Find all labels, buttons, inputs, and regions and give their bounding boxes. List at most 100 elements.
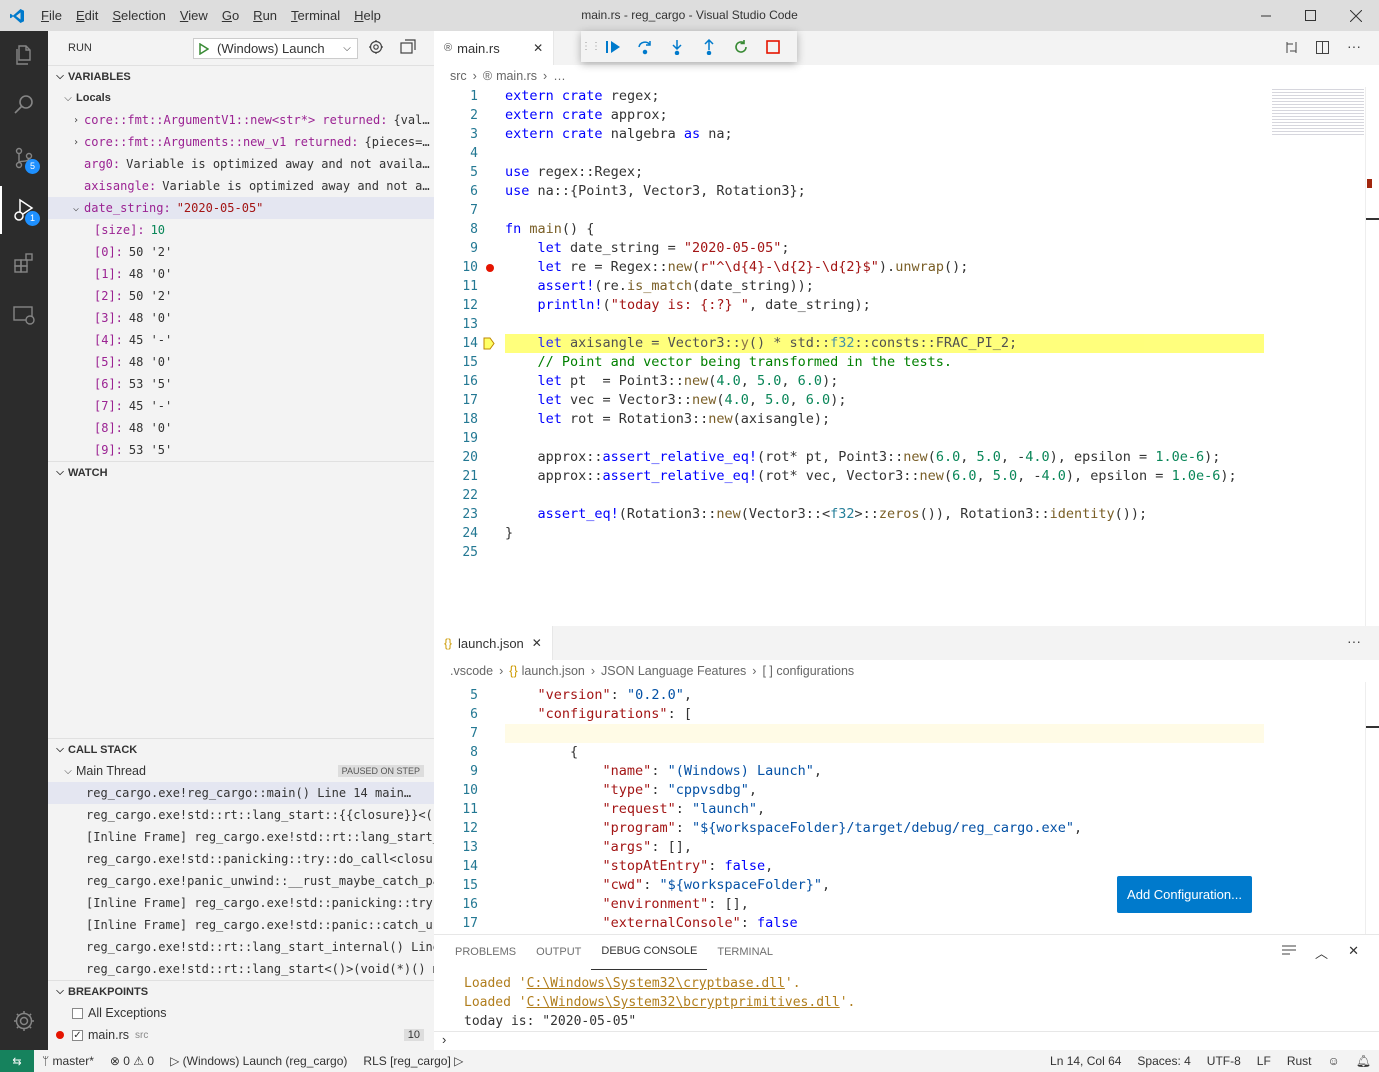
minimize-button[interactable]	[1243, 0, 1289, 31]
dll-link[interactable]: C:\Windows\System32\cryptbase.dll	[527, 976, 785, 991]
minimap[interactable]	[1272, 87, 1364, 137]
callstack-section-header[interactable]: ⌵ CALL STACK	[48, 738, 434, 760]
drag-handle-icon[interactable]: ⋮⋮	[581, 41, 601, 52]
notifications-bell-icon[interactable]: 🔔︎	[1348, 1054, 1379, 1068]
variable-row[interactable]: axisangle: Variable is optimized away and…	[48, 175, 434, 197]
extensions-icon[interactable]	[0, 239, 48, 287]
more-actions-icon[interactable]: ···	[1347, 38, 1361, 54]
restart-button[interactable]	[725, 33, 757, 61]
stack-frame[interactable]: reg_cargo.exe!reg_cargo::main() Line 14 …	[48, 782, 434, 804]
stack-frame[interactable]: [Inline Frame] reg_cargo.exe!std::panic:…	[48, 914, 434, 936]
close-window-button[interactable]	[1333, 0, 1379, 31]
console-input[interactable]: ›	[434, 1031, 1379, 1051]
variable-child-row[interactable]: [5]: 48 '0'	[48, 351, 434, 373]
close-tab-icon[interactable]: ✕	[532, 636, 542, 650]
watch-section-header[interactable]: ⌵ WATCH	[48, 461, 434, 483]
menu-item-go[interactable]: Go	[215, 0, 246, 31]
variable-child-row[interactable]: [8]: 48 '0'	[48, 417, 434, 439]
variable-child-row[interactable]: [9]: 53 '5'	[48, 439, 434, 461]
variables-section-header[interactable]: ⌵ VARIABLES	[48, 65, 434, 87]
debug-console-icon[interactable]	[400, 39, 418, 57]
variable-child-row[interactable]: [7]: 45 '-'	[48, 395, 434, 417]
variable-child-row[interactable]: [2]: 50 '2'	[48, 285, 434, 307]
panel-tab-terminal[interactable]: TERMINAL	[707, 935, 783, 970]
cursor-position[interactable]: Ln 14, Col 64	[1042, 1054, 1129, 1068]
settings-gear-icon[interactable]	[0, 997, 48, 1045]
step-out-button[interactable]	[693, 33, 725, 61]
debug-launch-status[interactable]: ▷ (Windows) Launch (reg_cargo)	[162, 1054, 355, 1068]
dll-link[interactable]: C:\Windows\System32\bcryptprimitives.dll	[527, 995, 840, 1010]
breadcrumb-file[interactable]: launch.json	[522, 664, 585, 678]
add-configuration-button[interactable]: Add Configuration...	[1117, 876, 1252, 913]
continue-button[interactable]	[597, 33, 629, 61]
variable-child-row[interactable]: [6]: 53 '5'	[48, 373, 434, 395]
rls-status[interactable]: RLS [reg_cargo] ▷	[355, 1054, 471, 1068]
start-debugging-icon[interactable]	[194, 42, 214, 55]
maximize-button[interactable]	[1287, 0, 1333, 31]
menu-item-run[interactable]: Run	[246, 0, 284, 31]
vertical-scrollbar[interactable]	[1365, 87, 1379, 626]
stack-frame[interactable]: reg_cargo.exe!std::rt::lang_start_intern…	[48, 936, 434, 958]
breadcrumb-file[interactable]: main.rs	[496, 69, 537, 83]
panel-tab-output[interactable]: OUTPUT	[526, 935, 591, 970]
stack-frame[interactable]: reg_cargo.exe!std::rt::lang_start::{{clo…	[48, 804, 434, 826]
tab-launch-json[interactable]: {} launch.json ✕	[434, 626, 553, 660]
stack-frame[interactable]: reg_cargo.exe!panic_unwind::__rust_maybe…	[48, 870, 434, 892]
clear-console-icon[interactable]	[1282, 945, 1296, 960]
all-exceptions-checkbox[interactable]	[72, 1007, 83, 1019]
line-ending[interactable]: LF	[1249, 1054, 1279, 1068]
panel-tab-debug-console[interactable]: DEBUG CONSOLE	[591, 935, 708, 970]
thread-row[interactable]: ⌵ Main Thread PAUSED ON STEP	[48, 760, 434, 782]
close-tab-icon[interactable]: ✕	[533, 41, 543, 55]
launch-config-select[interactable]: (Windows) Launch ⌵	[193, 38, 358, 59]
menu-item-help[interactable]: Help	[347, 0, 388, 31]
breadcrumb-symbol[interactable]: …	[553, 69, 566, 83]
tab-main-rs[interactable]: ® main.rs ✕	[434, 31, 555, 65]
variable-child-row[interactable]: [size]: 10	[48, 219, 434, 241]
git-branch[interactable]: ᛘ master*	[34, 1054, 102, 1068]
variable-child-row[interactable]: [4]: 45 '-'	[48, 329, 434, 351]
locals-scope[interactable]: ⌵ Locals	[48, 87, 434, 109]
breadcrumb-symbol[interactable]: [ ] configurations	[762, 664, 854, 678]
explorer-icon[interactable]	[0, 31, 48, 79]
source-control-icon[interactable]: 5	[0, 134, 48, 182]
language-mode[interactable]: Rust	[1279, 1054, 1320, 1068]
variable-row[interactable]: arg0: Variable is optimized away and not …	[48, 153, 434, 175]
step-over-button[interactable]	[629, 33, 661, 61]
open-launch-json-gear-icon[interactable]	[368, 39, 386, 57]
variable-row[interactable]: › core::fmt::ArgumentV1::new<str*> return…	[48, 109, 434, 131]
split-editor-icon[interactable]	[1315, 40, 1330, 58]
menu-item-selection[interactable]: Selection	[105, 0, 172, 31]
panel-tab-problems[interactable]: PROBLEMS	[445, 935, 526, 970]
breakpoint-icon[interactable]	[486, 264, 494, 272]
stack-frame[interactable]: reg_cargo.exe!std::panicking::try::do_ca…	[48, 848, 434, 870]
stack-frame[interactable]: [Inline Frame] reg_cargo.exe!std::rt::la…	[48, 826, 434, 848]
variable-child-row[interactable]: [1]: 48 '0'	[48, 263, 434, 285]
encoding[interactable]: UTF-8	[1199, 1054, 1249, 1068]
remote-indicator-icon[interactable]: ⇆	[0, 1050, 34, 1072]
menu-item-file[interactable]: File	[34, 0, 69, 31]
search-icon[interactable]	[0, 81, 48, 129]
menu-item-edit[interactable]: Edit	[69, 0, 105, 31]
stop-button[interactable]	[757, 33, 789, 61]
breadcrumb-src[interactable]: src	[450, 69, 467, 83]
stack-frame[interactable]: reg_cargo.exe!std::rt::lang_start<()>(vo…	[48, 958, 434, 980]
problems-indicator[interactable]: ⊗ 0 ⚠ 0	[102, 1054, 162, 1068]
variable-child-row[interactable]: [0]: 50 '2'	[48, 241, 434, 263]
maximize-panel-icon[interactable]: ︿	[1315, 943, 1328, 962]
breakpoint-checkbox[interactable]: ✓	[72, 1029, 83, 1041]
all-exceptions-row[interactable]: All Exceptions	[48, 1002, 434, 1024]
code-area[interactable]: 1 extern crate regex; 2 extern crate appro…	[434, 87, 1364, 562]
menu-item-view[interactable]: View	[173, 0, 215, 31]
close-panel-icon[interactable]: ✕	[1348, 943, 1359, 959]
feedback-icon[interactable]: ☺	[1320, 1054, 1348, 1068]
run-debug-icon[interactable]: 1	[0, 186, 48, 234]
step-into-button[interactable]	[661, 33, 693, 61]
variable-child-row[interactable]: [3]: 48 '0'	[48, 307, 434, 329]
remote-explorer-icon[interactable]	[0, 291, 48, 339]
indentation[interactable]: Spaces: 4	[1129, 1054, 1198, 1068]
variable-row[interactable]: › core::fmt::Arguments::new_v1 returned:{…	[48, 131, 434, 153]
more-actions-icon[interactable]: ···	[1347, 633, 1361, 649]
breakpoints-section-header[interactable]: ⌵ BREAKPOINTS	[48, 980, 434, 1002]
variable-row[interactable]: ⌵ date_string: "2020-05-05"	[48, 197, 434, 219]
